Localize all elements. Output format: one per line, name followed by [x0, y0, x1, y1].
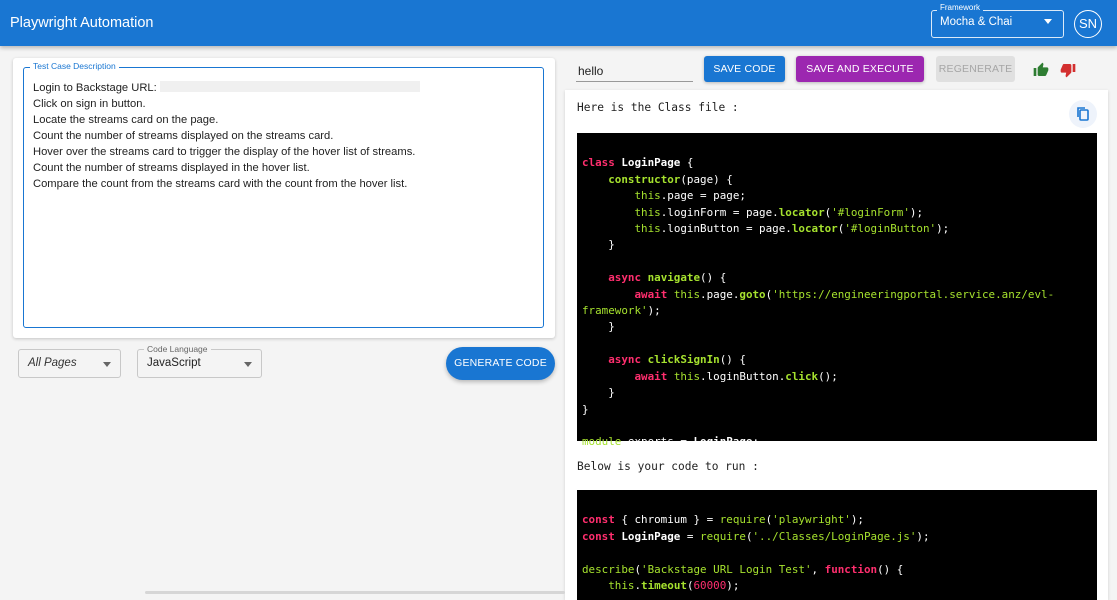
test-case-line: Login to Backstage URL: [33, 80, 533, 96]
regenerate-button[interactable]: REGENERATE [936, 56, 1015, 82]
filename-input-value: hello [578, 64, 604, 78]
code-line: class LoginPage { [582, 156, 694, 170]
framework-label: Framework [937, 3, 984, 12]
class-code-block: class LoginPage { constructor(page) { th… [577, 133, 1097, 448]
run-code-block: const { chromium } = require('playwright… [577, 490, 1097, 600]
code-line: constructor(page) { [608, 172, 733, 186]
code-language-value: JavaScript [147, 357, 201, 369]
test-case-line: Count the number of streams displayed in… [33, 162, 310, 174]
code-line: } [582, 238, 615, 252]
code-line: this.timeout(60000); [608, 579, 740, 593]
redacted-url [159, 81, 420, 92]
code-line: this.page = page; [634, 189, 746, 203]
code-line: async clickSignIn() { [608, 353, 746, 367]
thumbs-up-icon[interactable] [1033, 62, 1049, 78]
code-line: } [582, 386, 615, 400]
copy-button[interactable] [1069, 100, 1097, 128]
test-case-line: Click on sign in button. [33, 98, 146, 110]
code-line: const LoginPage = require('../Classes/Lo… [582, 529, 930, 543]
save-code-button[interactable]: SAVE CODE [704, 56, 785, 82]
test-case-label: Test Case Description [30, 61, 119, 71]
code-language-label: Code Language [144, 344, 211, 354]
code-line: module.exports = LoginPage; [582, 435, 760, 449]
code-line: } [582, 320, 615, 334]
framework-value: Mocha & Chai [940, 16, 1013, 28]
code-line: const { chromium } = require('playwright… [582, 513, 864, 527]
framework-caret-down-icon[interactable] [1044, 19, 1052, 24]
copy-icon [1077, 107, 1089, 121]
test-case-line: Locate the streams card on the page. [33, 114, 219, 126]
pages-select-value: All Pages [28, 357, 77, 369]
code-line: await this.loginButton.click(); [634, 369, 838, 383]
code-line: this.loginForm = page.locator('#loginFor… [634, 205, 924, 219]
test-case-line: Hover over the streams card to trigger t… [33, 146, 416, 158]
run-code-heading: Below is your code to run : [577, 460, 759, 473]
pages-caret-down-icon[interactable] [103, 362, 111, 367]
code-line: async navigate() { [608, 271, 727, 285]
code-line: framework'); [582, 304, 661, 318]
code-line: this.loginButton = page.locator('#loginB… [634, 222, 950, 236]
user-avatar[interactable]: SN [1074, 10, 1102, 38]
thumbs-down-icon[interactable] [1060, 62, 1076, 78]
code-line: } [582, 402, 589, 416]
app-title: Playwright Automation [10, 15, 154, 31]
language-caret-down-icon[interactable] [244, 362, 252, 367]
code-line: describe('Backstage URL Login Test', fun… [582, 562, 904, 576]
class-file-heading: Here is the Class file : [577, 101, 739, 114]
horizontal-scrollbar[interactable] [145, 591, 565, 594]
test-case-text[interactable]: Login to Backstage URL: Click on sign in… [33, 80, 533, 192]
test-case-line: Compare the count from the streams card … [33, 178, 408, 190]
code-line: await this.page.goto('https://engineerin… [634, 287, 1055, 301]
save-and-execute-button[interactable]: SAVE AND EXECUTE [796, 56, 924, 82]
test-case-line: Count the number of streams displayed on… [33, 130, 334, 142]
generate-code-button[interactable]: GENERATE CODE [446, 347, 555, 380]
